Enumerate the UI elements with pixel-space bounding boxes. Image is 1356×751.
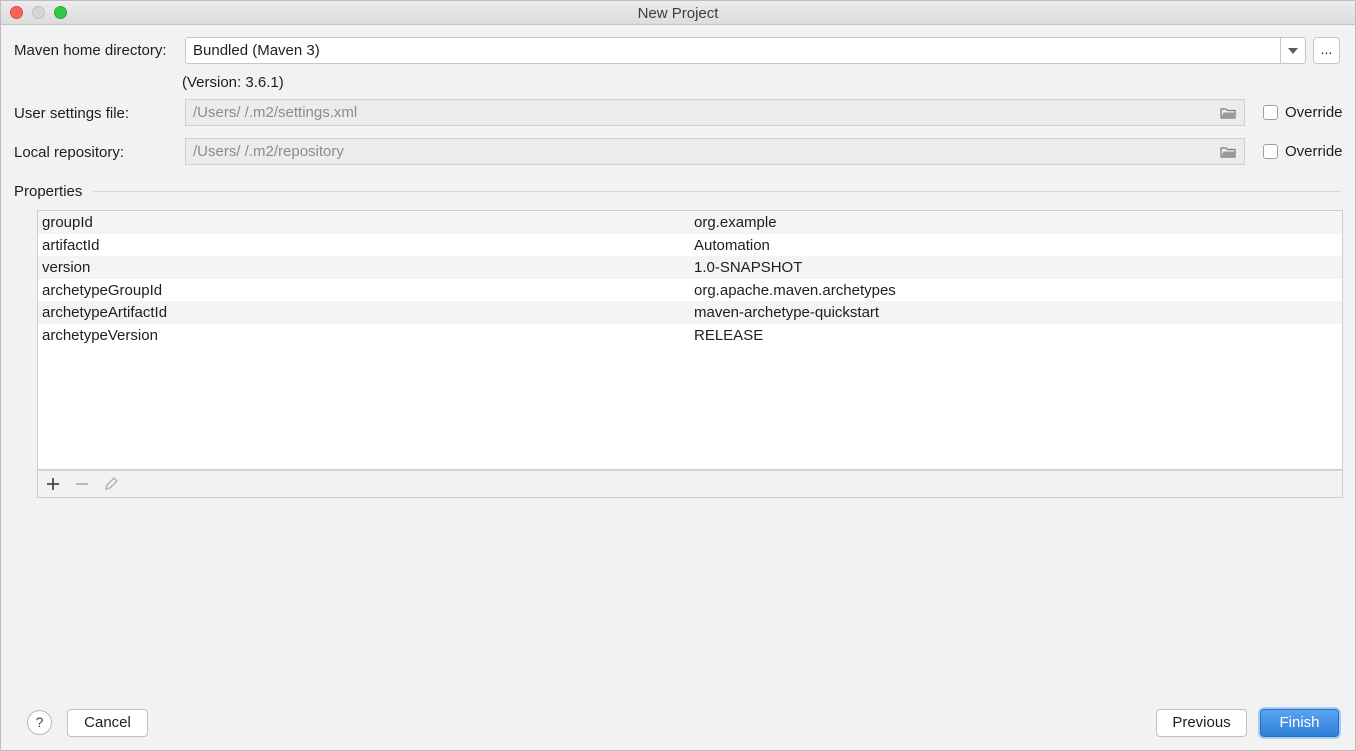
chevron-down-icon[interactable] <box>1280 38 1305 63</box>
table-row[interactable]: version 1.0-SNAPSHOT <box>38 256 1342 279</box>
property-value: 1.0-SNAPSHOT <box>694 259 803 276</box>
property-key: archetypeVersion <box>42 326 158 344</box>
section-divider <box>93 191 1341 192</box>
local-repository-label: Local repository: <box>14 144 125 161</box>
help-button[interactable]: ? <box>27 710 52 735</box>
maven-home-value: Bundled (Maven 3) <box>193 42 320 59</box>
maven-home-label: Maven home directory: <box>14 42 167 59</box>
properties-toolbar <box>37 470 1343 498</box>
minus-icon[interactable] <box>72 474 92 494</box>
property-value: Automation <box>694 236 770 254</box>
property-key: version <box>42 259 91 276</box>
properties-section-title: Properties <box>14 183 83 200</box>
window-title: New Project <box>637 5 719 22</box>
local-repository-value: /Users/ /.m2/repository <box>193 143 344 160</box>
folder-icon[interactable] <box>1220 146 1237 158</box>
plus-icon[interactable] <box>43 474 63 494</box>
table-row[interactable]: archetypeArtifactId maven-archetype-quic… <box>38 301 1342 324</box>
pencil-icon[interactable] <box>101 474 121 494</box>
property-value: org.example <box>694 214 777 231</box>
user-settings-override-checkbox[interactable] <box>1263 105 1278 120</box>
user-settings-field[interactable]: /Users/ /.m2/settings.xml <box>185 99 1245 126</box>
maven-version-text: (Version: 3.6.1) <box>182 74 284 91</box>
local-repository-override-label: Override <box>1285 143 1343 160</box>
property-value: org.apache.maven.archetypes <box>694 281 896 299</box>
finish-button[interactable]: Finish <box>1260 709 1339 737</box>
table-row[interactable]: artifactId Automation <box>38 234 1342 257</box>
property-key: archetypeArtifactId <box>42 304 168 321</box>
table-row[interactable]: archetypeGroupId org.apache.maven.archet… <box>38 279 1342 302</box>
previous-button[interactable]: Previous <box>1156 709 1247 737</box>
browse-maven-home-button[interactable]: ... <box>1313 37 1340 64</box>
table-row[interactable]: archetypeVersion RELEASE <box>38 324 1342 347</box>
property-key: artifactId <box>42 236 100 254</box>
local-repository-override-checkbox[interactable] <box>1263 144 1278 159</box>
properties-table: groupId org.example artifactId Automatio… <box>37 210 1343 470</box>
user-settings-label: User settings file: <box>14 105 130 122</box>
folder-icon[interactable] <box>1220 107 1237 119</box>
property-key: archetypeGroupId <box>42 281 163 299</box>
property-value: RELEASE <box>694 326 764 344</box>
property-key: groupId <box>42 214 93 231</box>
user-settings-value: /Users/ /.m2/settings.xml <box>193 104 358 121</box>
local-repository-field[interactable]: /Users/ /.m2/repository <box>185 138 1245 165</box>
property-value: maven-archetype-quickstart <box>694 304 880 321</box>
table-row[interactable]: groupId org.example <box>38 211 1342 234</box>
cancel-button[interactable]: Cancel <box>67 709 148 737</box>
maven-home-select[interactable]: Bundled (Maven 3) <box>185 37 1306 64</box>
user-settings-override-label: Override <box>1285 104 1343 121</box>
new-project-dialog: New Project Maven home directory: Bundle… <box>0 0 1356 751</box>
title-bar: New Project <box>1 1 1355 25</box>
